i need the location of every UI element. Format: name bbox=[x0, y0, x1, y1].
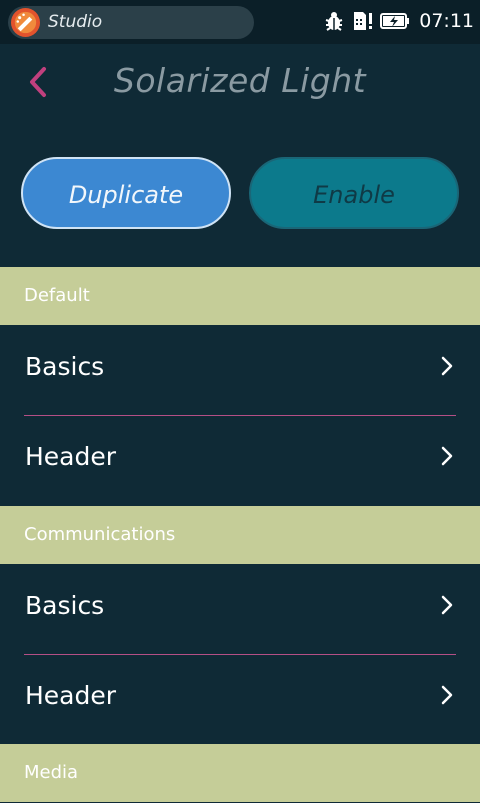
list-item-communications-header[interactable]: Header bbox=[0, 654, 480, 744]
section-header-media: Media bbox=[0, 744, 480, 802]
list-item-label: Header bbox=[25, 681, 117, 710]
status-bar: Studio 07:11 bbox=[0, 0, 480, 44]
clock: 07:11 bbox=[419, 10, 474, 32]
page-title: Solarized Light bbox=[113, 61, 367, 100]
list-item-communications-basics[interactable]: Basics bbox=[0, 564, 480, 654]
app-title-pill[interactable]: Studio bbox=[8, 6, 254, 39]
chevron-right-icon bbox=[441, 595, 453, 615]
list-item-default-basics[interactable]: Basics bbox=[0, 325, 480, 415]
enable-button[interactable]: Enable bbox=[249, 157, 459, 229]
list-item-default-header[interactable]: Header bbox=[0, 415, 480, 505]
chevron-right-icon bbox=[441, 356, 453, 376]
chevron-right-icon bbox=[441, 446, 453, 466]
battery-charging-icon bbox=[380, 13, 409, 29]
list-item-label: Basics bbox=[25, 591, 105, 620]
list-item-label: Header bbox=[25, 442, 117, 471]
section-title: Communications bbox=[24, 524, 176, 545]
section-title: Default bbox=[24, 285, 90, 306]
screen: Studio 07:11 Solarized Light Duplicate E… bbox=[0, 0, 480, 803]
section-header-communications: Communications bbox=[0, 506, 480, 564]
studio-app-icon bbox=[10, 7, 41, 38]
bug-icon bbox=[325, 12, 343, 31]
sim-signal-icon bbox=[354, 12, 372, 30]
duplicate-button[interactable]: Duplicate bbox=[21, 157, 231, 229]
chevron-right-icon bbox=[441, 685, 453, 705]
section-header-default: Default bbox=[0, 267, 480, 325]
app-name: Studio bbox=[48, 12, 103, 32]
section-title: Media bbox=[24, 762, 79, 783]
list-item-label: Basics bbox=[25, 352, 105, 381]
